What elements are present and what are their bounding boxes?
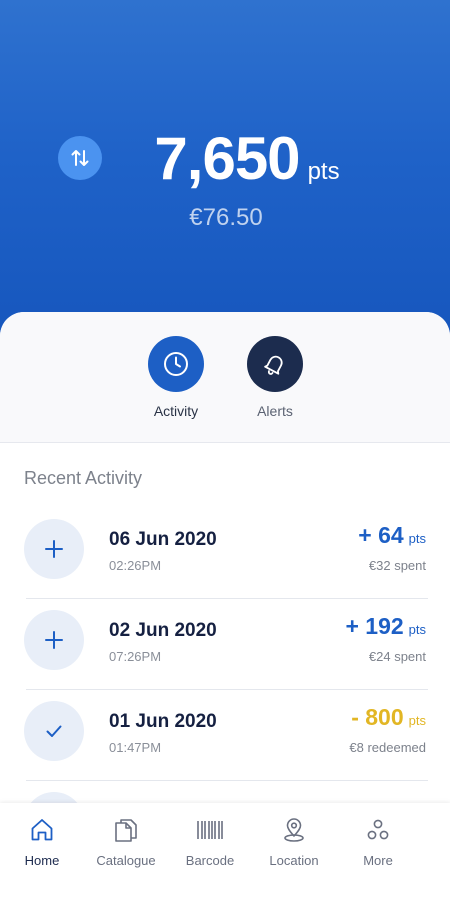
euro-value: €76.50	[189, 204, 263, 231]
nav-location[interactable]: Location	[252, 803, 336, 900]
alerts-tab[interactable]: Alerts	[225, 336, 325, 419]
more-icon	[367, 819, 389, 840]
list-item[interactable]: 02 Jun 2020 07:26PM + 192 pts €24 spent	[0, 599, 450, 690]
amount-unit: pts	[408, 713, 426, 728]
activity-date: 01 Jun 2020	[109, 711, 217, 732]
amount-value: - 800	[351, 704, 404, 730]
list-item[interactable]: 06 Jun 2020 02:26PM + 64 pts €32 spent	[0, 508, 450, 599]
clock-icon	[164, 352, 188, 376]
catalogue-icon	[115, 819, 137, 842]
bottom-navigation: Home Catalogue Barcode Location More	[0, 803, 450, 900]
nav-more-label: More	[363, 853, 393, 868]
nav-home-label: Home	[24, 853, 60, 868]
activity-tab[interactable]: Activity	[126, 336, 226, 419]
activity-time: 07:26PM	[109, 649, 162, 664]
activity-list: 06 Jun 2020 02:26PM + 64 pts €32 spent 0…	[0, 508, 450, 852]
points-value: 7,650	[154, 125, 300, 192]
activity-detail: €8 redeemed	[349, 740, 426, 755]
nav-barcode[interactable]: Barcode	[168, 803, 252, 900]
nav-barcode-label: Barcode	[185, 853, 235, 868]
activity-amount: + 192 pts	[345, 613, 426, 640]
barcode-icon	[197, 821, 223, 839]
activity-amount: - 800 pts	[351, 704, 426, 731]
activity-detail: €32 spent	[368, 558, 426, 573]
nav-location-label: Location	[269, 853, 319, 868]
points-balance: 7,650 pts	[0, 124, 450, 193]
view-toggle-area: Activity Alerts	[0, 312, 450, 443]
alerts-tab-circle	[247, 336, 303, 392]
activity-time: 01:47PM	[109, 740, 162, 755]
activity-avatar	[24, 519, 84, 579]
nav-catalogue-label: Catalogue	[96, 853, 156, 868]
bell-icon	[264, 355, 283, 375]
plus-icon	[45, 540, 63, 558]
activity-date: 06 Jun 2020	[109, 529, 217, 550]
amount-value: + 64	[358, 522, 404, 548]
recent-activity-title: Recent Activity	[24, 468, 143, 488]
alerts-tab-label: Alerts	[257, 403, 293, 419]
amount-value: + 192	[345, 613, 404, 639]
points-unit: pts	[307, 158, 340, 185]
activity-tab-label: Activity	[153, 403, 199, 419]
home-icon	[31, 819, 53, 841]
nav-catalogue[interactable]: Catalogue	[84, 803, 168, 900]
activity-amount: + 64 pts	[358, 522, 426, 549]
activity-avatar	[24, 610, 84, 670]
activity-date: 02 Jun 2020	[109, 620, 217, 641]
balance-header: 7,650 pts €76.50	[0, 0, 450, 345]
list-item[interactable]: 01 Jun 2020 01:47PM - 800 pts €8 redeeme…	[0, 690, 450, 781]
amount-unit: pts	[408, 531, 426, 546]
activity-detail: €24 spent	[368, 649, 426, 664]
activity-tab-circle	[148, 336, 204, 392]
amount-unit: pts	[408, 622, 426, 637]
plus-icon	[45, 631, 63, 649]
nav-more[interactable]: More	[336, 803, 420, 900]
check-icon	[46, 725, 62, 737]
nav-home[interactable]: Home	[0, 803, 84, 900]
activity-time: 02:26PM	[109, 558, 162, 573]
location-pin-icon	[284, 818, 304, 842]
activity-avatar	[24, 701, 84, 761]
